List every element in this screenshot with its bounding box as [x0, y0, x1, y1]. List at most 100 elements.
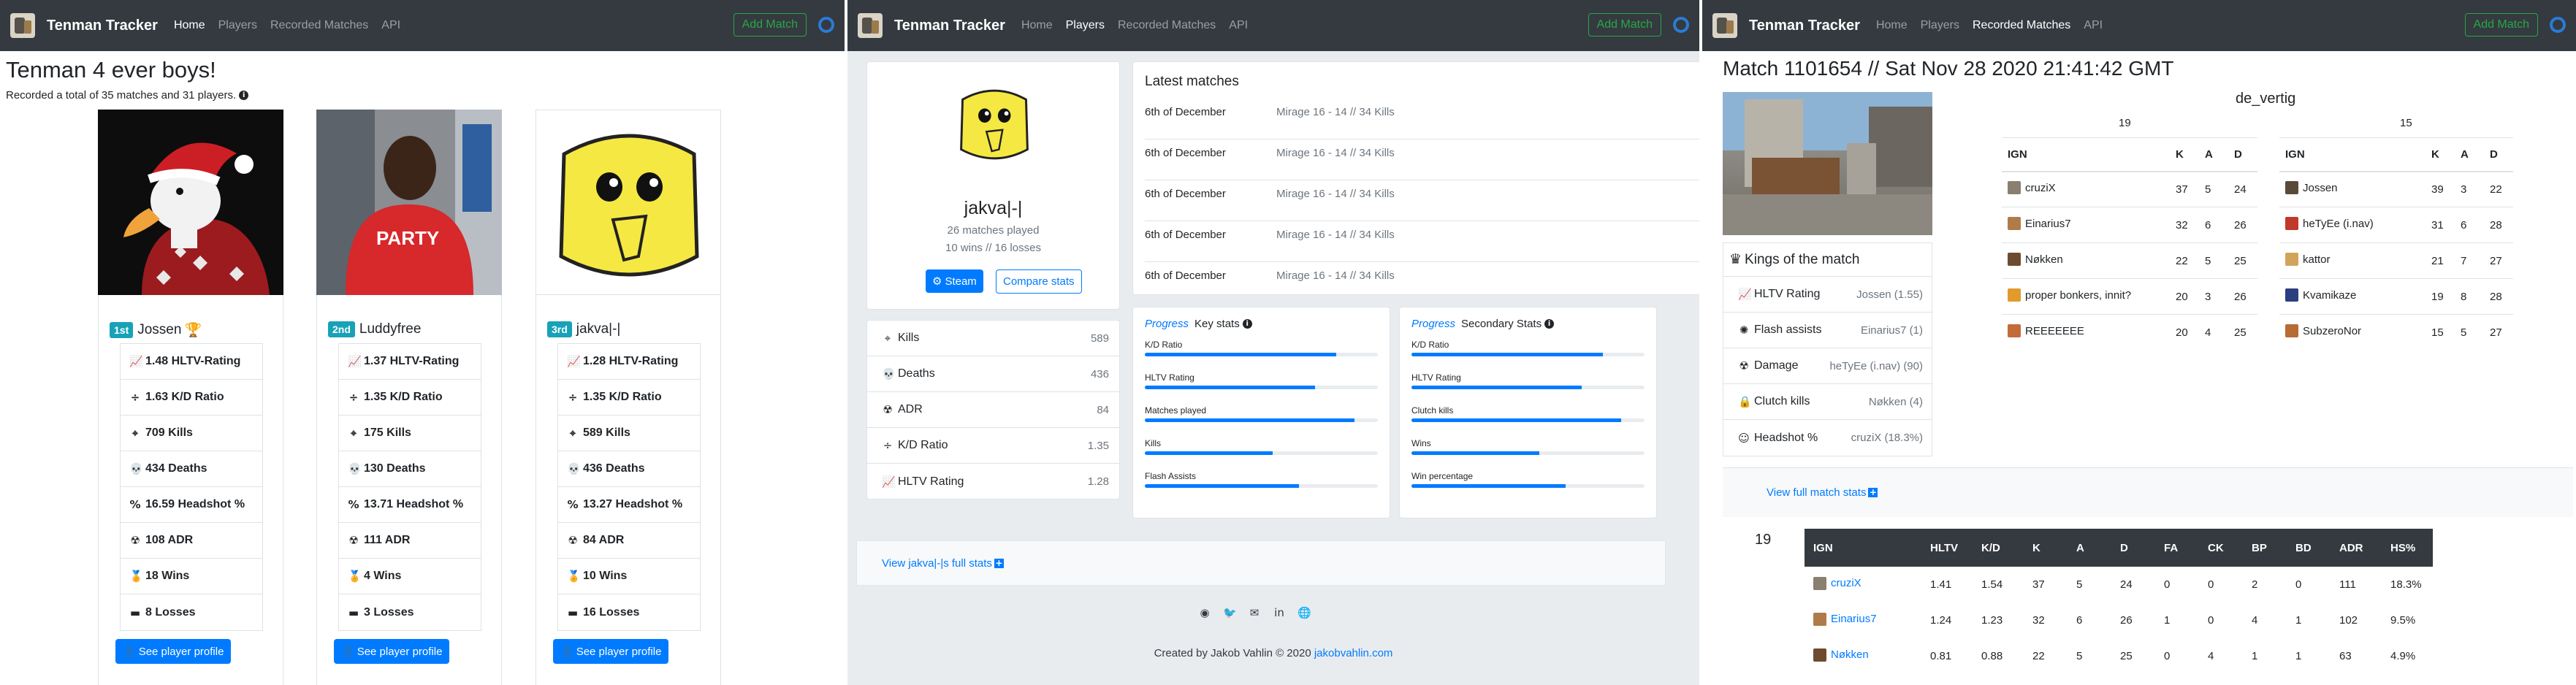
detail-cell: 9.5%: [2390, 614, 2416, 627]
footer-link[interactable]: jakobvahlin.com: [1314, 647, 1393, 659]
detail-column-header[interactable]: HLTV: [1921, 529, 1973, 567]
match-row[interactable]: 6th of December Mirage 16 - 14 // 34 Kill…: [1145, 99, 1699, 139]
stat-cell: 25: [2228, 242, 2257, 279]
progress-fill: [1145, 451, 1273, 455]
nav-home[interactable]: Home: [1876, 19, 1908, 32]
brand-name[interactable]: Tenman Tracker: [47, 18, 158, 34]
add-match-button[interactable]: Add Match: [2464, 13, 2538, 37]
brand-name[interactable]: Tenman Tracker: [1749, 18, 1860, 34]
compare-stats-button[interactable]: Compare stats: [996, 269, 1082, 294]
brand-logo[interactable]: [1712, 13, 1737, 38]
twitter-icon[interactable]: 🐦: [1223, 606, 1237, 619]
nav-recorded-matches[interactable]: Recorded Matches: [1973, 19, 2070, 32]
see-player-profile-button[interactable]: 👤 See player profile: [553, 639, 669, 664]
linkedin-icon[interactable]: in: [1273, 606, 1286, 619]
kings-header: ♛ Kings of the match: [1723, 243, 1932, 277]
scoreboard-row: kattor 21 7 27: [2279, 242, 2513, 279]
player-ign[interactable]: REEEEEEE: [2025, 325, 2084, 337]
see-player-profile-button[interactable]: 👤 See player profile: [115, 639, 232, 664]
detail-column-header[interactable]: K: [2024, 529, 2068, 567]
detail-column-header[interactable]: BD: [2287, 529, 2331, 567]
player-link[interactable]: cruziX: [1831, 577, 1861, 589]
stat-kills: ⌖ 175 Kills: [339, 416, 481, 451]
progress-bar: [1145, 451, 1378, 455]
player-ign[interactable]: Einarius7: [2025, 218, 2071, 230]
github-icon[interactable]: [818, 17, 834, 33]
globe-icon[interactable]: 🌐: [1297, 606, 1311, 619]
player-link[interactable]: Nøkken: [1831, 648, 1869, 661]
info-icon[interactable]: i: [239, 91, 249, 100]
detail-cell: 0: [2208, 578, 2214, 591]
player-ign[interactable]: proper bonkers, innit?: [2025, 289, 2131, 302]
player-avatar-icon: [2008, 181, 2021, 195]
detail-cell: 0: [2164, 578, 2171, 591]
nav-players[interactable]: Players: [1921, 19, 1959, 32]
github-icon[interactable]: [1673, 17, 1689, 33]
player-ign[interactable]: cruziX: [2025, 182, 2056, 194]
player-avatar-icon: [2285, 253, 2298, 266]
nav-api[interactable]: API: [2084, 19, 2103, 32]
detail-column-header[interactable]: K/D: [1973, 529, 2024, 567]
detail-column-header[interactable]: D: [2111, 529, 2155, 567]
player-ign[interactable]: SubzeroNor: [2303, 325, 2361, 337]
summary-kd: ÷ K/D Ratio 1.35: [867, 428, 1119, 464]
player-ign[interactable]: Nøkken: [2025, 253, 2063, 266]
github-icon[interactable]: [2550, 17, 2566, 33]
king-row: ☢ Damage heTyEe (i.nav) (90): [1723, 348, 1932, 384]
detail-cell: 1: [2295, 614, 2302, 627]
stat-cell: 39: [2426, 171, 2455, 207]
match-row[interactable]: 6th of December Mirage 16 - 14 // 34 Kill…: [1145, 221, 1699, 262]
player-ign[interactable]: Jossen: [2303, 182, 2338, 194]
detail-column-header[interactable]: ADR: [2331, 529, 2382, 567]
progress-label: Wins: [1411, 438, 1431, 448]
player-stat-list: 📈 1.37 HLTV-Rating ÷ 1.35 K/D Ratio ⌖ 175 K…: [338, 343, 481, 631]
info-icon[interactable]: i: [1242, 319, 1252, 329]
match-row[interactable]: 6th of December Mirage 16 - 14 // 34 Kill…: [1145, 180, 1699, 221]
nav-home[interactable]: Home: [174, 19, 205, 32]
nav-recorded-matches[interactable]: Recorded Matches: [270, 19, 368, 32]
player-ign[interactable]: kattor: [2303, 253, 2331, 266]
crosshair-icon: ⌖: [132, 426, 139, 440]
add-match-button[interactable]: Add Match: [733, 13, 807, 37]
player-ign[interactable]: Kvamikaze: [2303, 289, 2356, 302]
steam-button[interactable]: ⚙ Steam: [926, 269, 983, 293]
add-match-button[interactable]: Add Match: [1588, 13, 1661, 37]
nav-players[interactable]: Players: [1066, 19, 1105, 32]
full-stats-link[interactable]: View jakva|-|s full stats +: [856, 540, 1666, 586]
match-row[interactable]: 6th of December Mirage 16 - 14 // 34 Kill…: [1145, 262, 1699, 303]
nav-players[interactable]: Players: [218, 19, 257, 32]
email-icon[interactable]: ✉: [1248, 606, 1261, 619]
nav-home[interactable]: Home: [1021, 19, 1053, 32]
brand-logo[interactable]: [858, 13, 883, 38]
king-row: ✺ Flash assists Einarius7 (1): [1723, 313, 1932, 348]
see-player-profile-button[interactable]: 👤 See player profile: [334, 639, 450, 664]
player-ign[interactable]: heTyEe (i.nav): [2303, 218, 2374, 230]
brand-logo[interactable]: [10, 13, 35, 38]
detail-cell: 24: [2120, 578, 2133, 591]
nav-api[interactable]: API: [381, 19, 400, 32]
minus-square-icon: ▬: [348, 605, 359, 619]
detail-column-header[interactable]: A: [2068, 529, 2111, 567]
brand-name[interactable]: Tenman Tracker: [894, 18, 1005, 34]
detail-column-header[interactable]: FA: [2155, 529, 2199, 567]
detail-column-header[interactable]: HS%: [2382, 529, 2433, 567]
progress-item: Kills: [1145, 438, 1378, 471]
nav-recorded-matches[interactable]: Recorded Matches: [1118, 19, 1216, 32]
view-full-match-stats-link[interactable]: View full match stats +: [1723, 467, 2573, 517]
detail-column-header[interactable]: BP: [2243, 529, 2287, 567]
match-row[interactable]: 6th of December Mirage 16 - 14 // 34 Kill…: [1145, 139, 1699, 180]
detail-cell: 4: [2252, 614, 2258, 627]
nav-api[interactable]: API: [1229, 19, 1248, 32]
detail-column-header[interactable]: IGN: [1805, 529, 1921, 567]
player-link[interactable]: Einarius7: [1831, 613, 1877, 625]
info-icon[interactable]: i: [1544, 319, 1555, 329]
github-icon[interactable]: ◉: [1198, 606, 1211, 619]
latest-matches-card: Latest matches 6th of December Mirage 16 …: [1132, 61, 1699, 295]
stat-cell: 6: [2455, 207, 2484, 243]
detail-cell: 1: [2252, 650, 2258, 662]
rank-badge: 1st: [110, 321, 134, 338]
player-name-row: 3rd jakva|-|: [536, 321, 620, 337]
key-stats-header: Progress Key stats i: [1145, 318, 1252, 330]
detail-cell: 0: [2164, 650, 2171, 662]
detail-column-header[interactable]: CK: [2199, 529, 2243, 567]
